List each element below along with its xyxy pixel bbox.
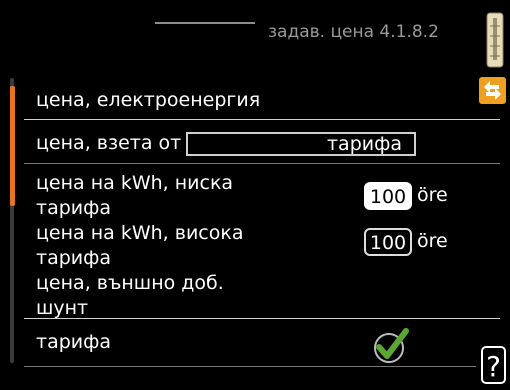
help-icon[interactable]: ? (481, 346, 506, 384)
menu-code: задав. цена 4.1.8.2 (268, 22, 439, 42)
price-source-field[interactable]: тарифа (186, 132, 416, 156)
divider (24, 318, 500, 319)
high-tariff-label-line1: цена на kWh, висока (36, 222, 244, 244)
low-tariff-label-line2: тарифа (36, 197, 112, 219)
high-tariff-label: цена на kWh, висока тарифа (36, 221, 243, 271)
svg-text:?: ? (486, 350, 501, 383)
low-tariff-unit: öre (417, 184, 448, 206)
divider (24, 163, 500, 164)
divider (24, 366, 476, 367)
low-tariff-price-input[interactable]: 100 (364, 182, 412, 210)
high-tariff-price-input[interactable]: 100 (364, 228, 412, 256)
external-shunt-label-line1: цена, външно доб. (36, 272, 224, 294)
check-icon[interactable] (372, 327, 410, 365)
thermometer-icon (486, 12, 504, 68)
external-shunt-label[interactable]: цена, външно доб. шунт (36, 271, 224, 321)
tariff-label: тарифа (36, 331, 112, 353)
sort-arrows-icon[interactable] (479, 77, 506, 104)
high-tariff-unit: öre (417, 230, 448, 252)
section-title: цена, електроенергия (36, 89, 261, 111)
divider (24, 119, 500, 120)
header-line (155, 22, 255, 24)
low-tariff-label-line1: цена на kWh, ниска (36, 172, 234, 194)
price-source-label: цена, взета от (36, 132, 182, 154)
scrollbar-thumb[interactable] (10, 86, 15, 206)
high-tariff-label-line2: тарифа (36, 247, 112, 269)
low-tariff-label: цена на kWh, ниска тарифа (36, 171, 233, 221)
